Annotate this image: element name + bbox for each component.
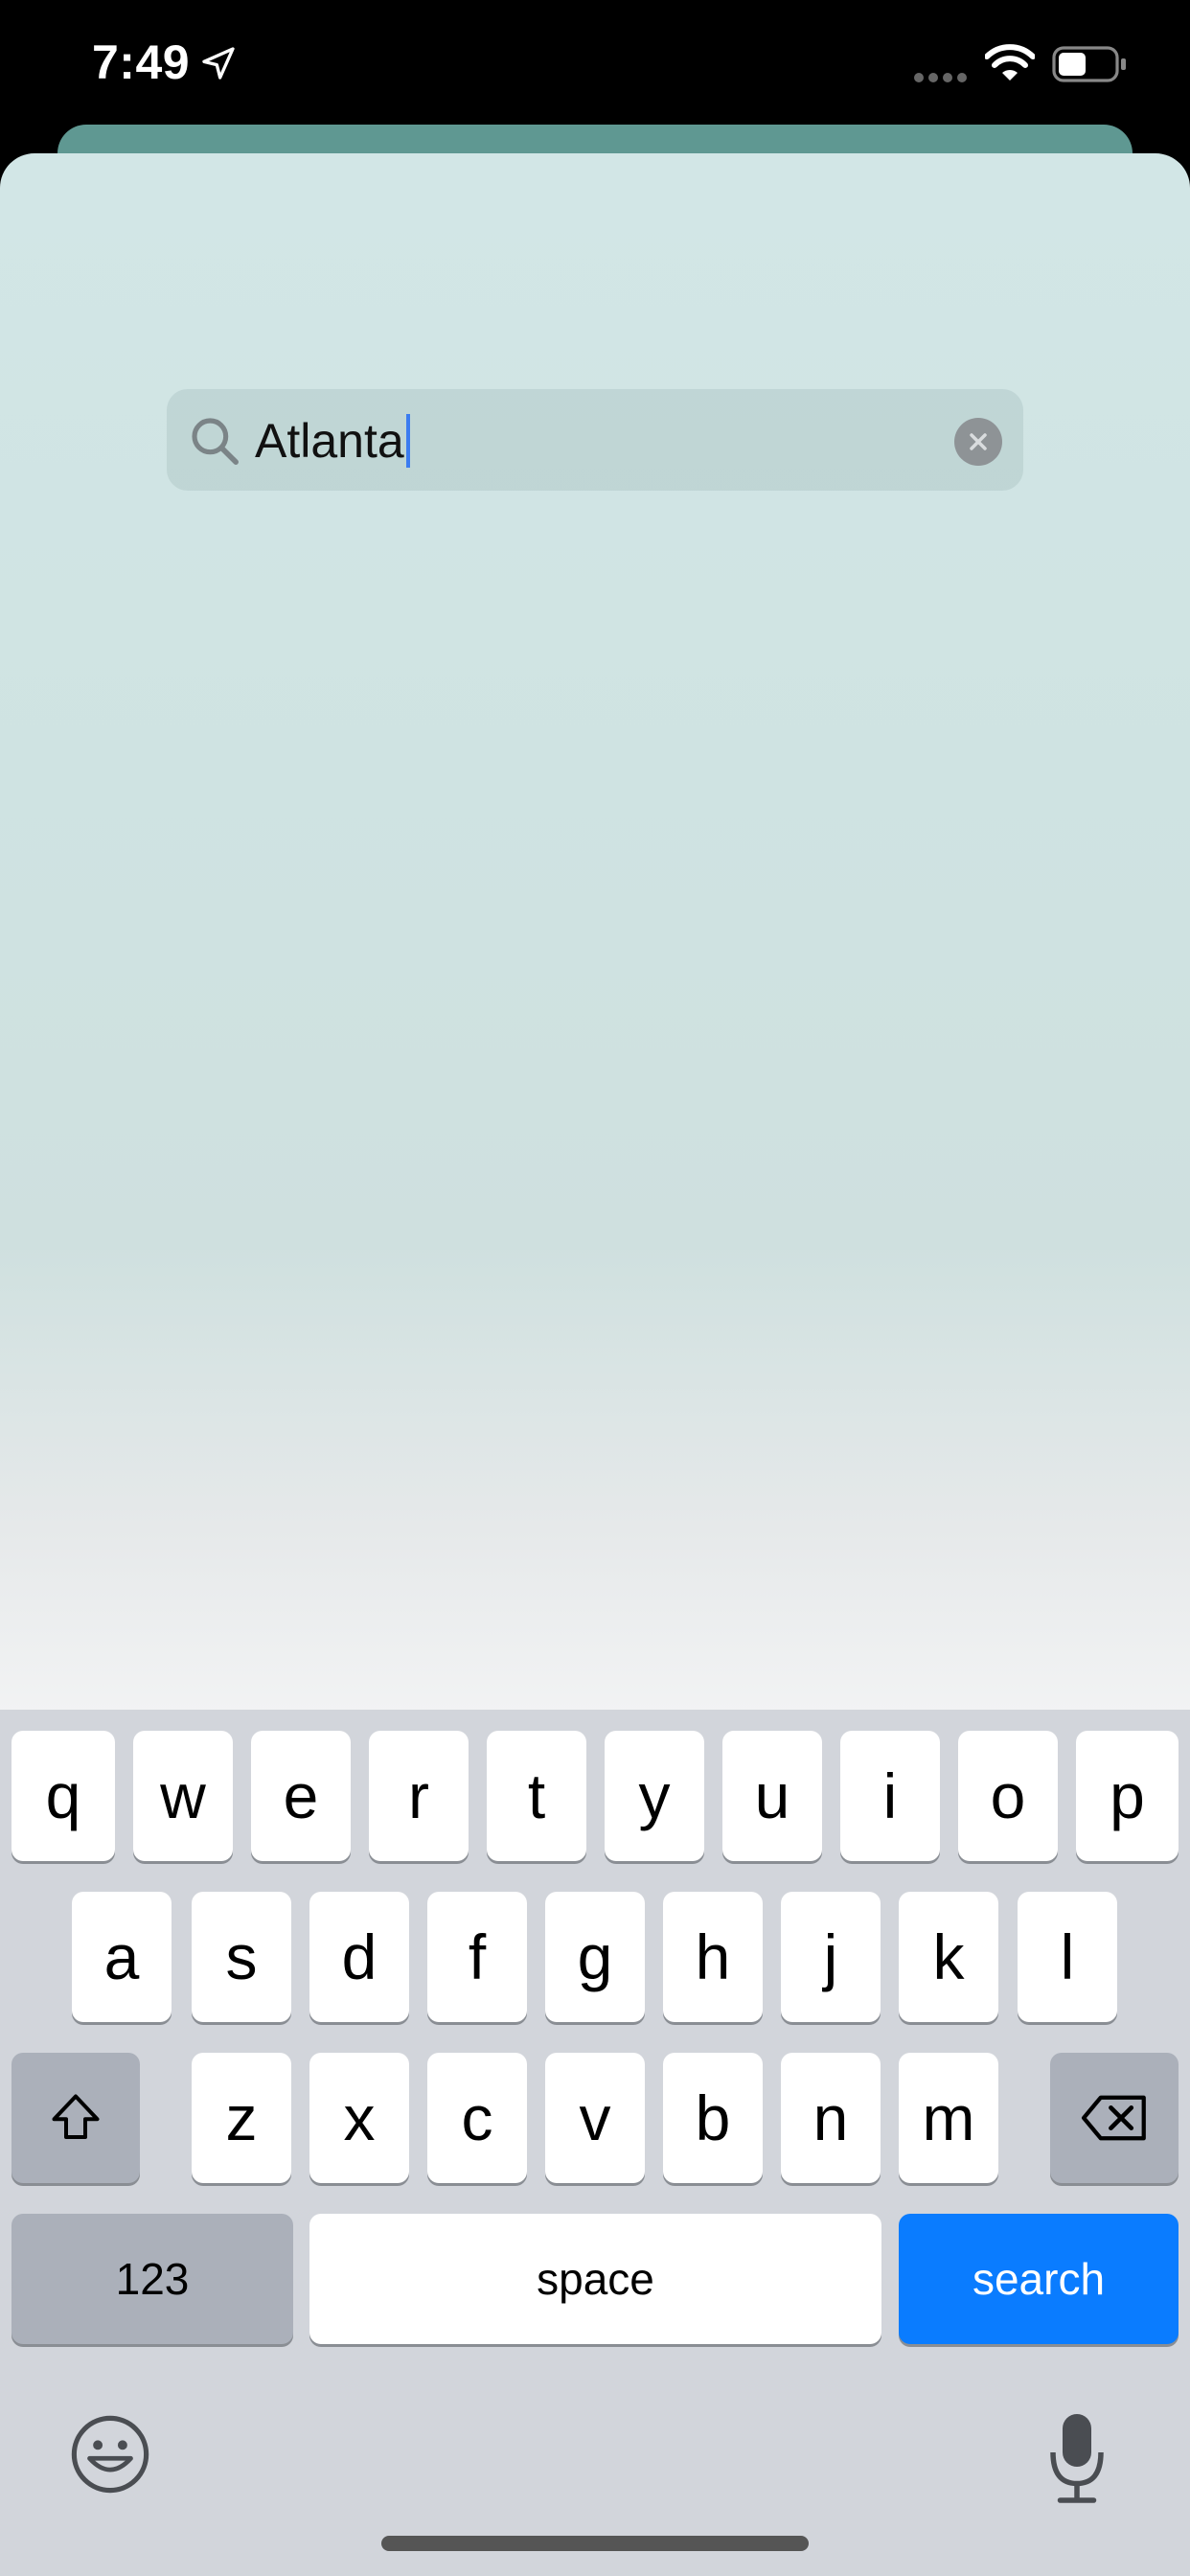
key-x[interactable]: x bbox=[309, 2053, 409, 2183]
battery-icon bbox=[1052, 46, 1126, 82]
key-c[interactable]: c bbox=[427, 2053, 527, 2183]
key-o[interactable]: o bbox=[958, 1731, 1058, 1861]
key-m[interactable]: m bbox=[899, 2053, 998, 2183]
key-f[interactable]: f bbox=[427, 1892, 527, 2022]
search-field[interactable]: Atlanta bbox=[167, 389, 1023, 491]
key-s[interactable]: s bbox=[192, 1892, 291, 2022]
status-bar: 7:49 bbox=[0, 0, 1190, 125]
search-key[interactable]: search bbox=[899, 2214, 1179, 2344]
key-k[interactable]: k bbox=[899, 1892, 998, 2022]
key-b[interactable]: b bbox=[663, 2053, 763, 2183]
text-caret bbox=[405, 414, 410, 468]
key-l[interactable]: l bbox=[1018, 1892, 1117, 2022]
status-time: 7:49 bbox=[92, 35, 191, 89]
key-v[interactable]: v bbox=[545, 2053, 645, 2183]
key-h[interactable]: h bbox=[663, 1892, 763, 2022]
backspace-icon bbox=[1081, 2095, 1146, 2141]
key-y[interactable]: y bbox=[605, 1731, 704, 1861]
shift-icon bbox=[52, 2094, 100, 2139]
key-e[interactable]: e bbox=[251, 1731, 351, 1861]
key-a[interactable]: a bbox=[72, 1892, 172, 2022]
key-j[interactable]: j bbox=[781, 1892, 881, 2022]
search-input[interactable]: Atlanta bbox=[255, 414, 410, 468]
clear-text-button[interactable] bbox=[954, 418, 1002, 466]
key-t[interactable]: t bbox=[487, 1731, 586, 1861]
key-n[interactable]: n bbox=[781, 2053, 881, 2183]
key-i[interactable]: i bbox=[840, 1731, 940, 1861]
space-key[interactable]: space bbox=[309, 2214, 881, 2344]
shift-key[interactable] bbox=[11, 2053, 140, 2183]
key-p[interactable]: p bbox=[1076, 1731, 1179, 1861]
wifi-icon bbox=[985, 44, 1035, 80]
emoji-icon[interactable] bbox=[69, 2413, 151, 2496]
numbers-key[interactable]: 123 bbox=[11, 2214, 293, 2344]
search-sheet bbox=[0, 153, 1190, 1715]
key-z[interactable]: z bbox=[192, 2053, 291, 2183]
key-w[interactable]: w bbox=[133, 1731, 233, 1861]
cellular-signal-icon bbox=[914, 73, 967, 82]
close-icon bbox=[970, 433, 987, 450]
key-g[interactable]: g bbox=[545, 1892, 645, 2022]
key-d[interactable]: d bbox=[309, 1892, 409, 2022]
search-icon bbox=[192, 418, 239, 465]
location-arrow-icon bbox=[202, 47, 235, 80]
key-r[interactable]: r bbox=[369, 1731, 469, 1861]
home-indicator[interactable] bbox=[381, 2536, 809, 2551]
delete-key[interactable] bbox=[1050, 2053, 1179, 2183]
key-u[interactable]: u bbox=[722, 1731, 822, 1861]
microphone-icon[interactable] bbox=[1048, 2409, 1106, 2505]
key-q[interactable]: q bbox=[11, 1731, 115, 1861]
